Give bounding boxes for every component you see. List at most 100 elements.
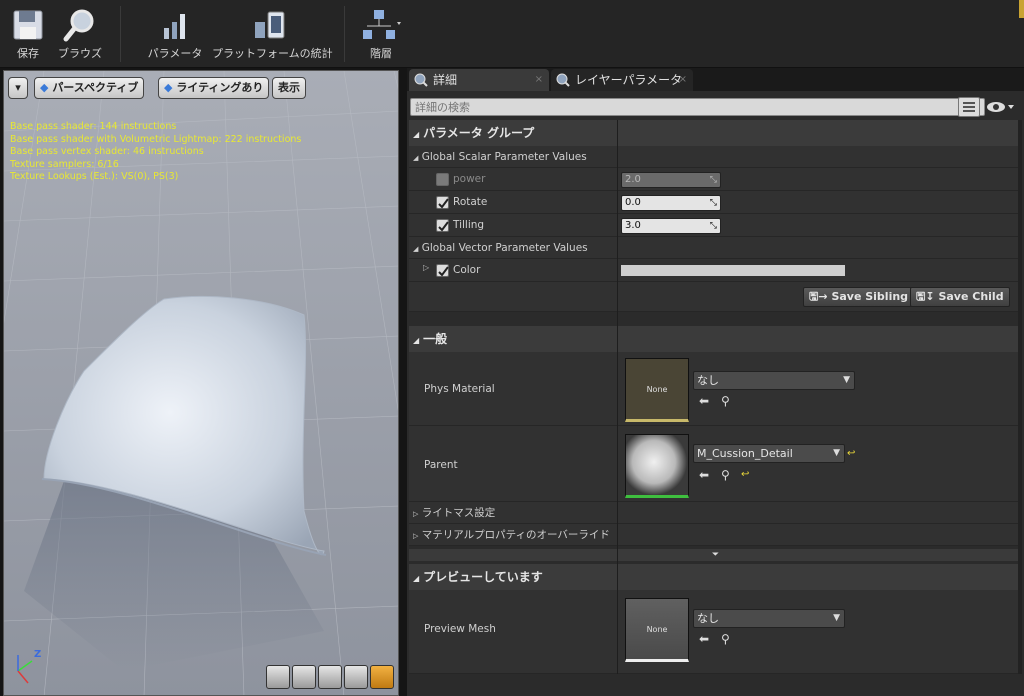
collapse-arrow-icon: ◢ xyxy=(413,336,420,345)
close-icon[interactable]: × xyxy=(679,69,687,91)
view-options-button[interactable] xyxy=(958,97,980,117)
expand-arrows-icon: ⤡ xyxy=(709,198,717,208)
use-selected-arrow-icon[interactable]: ⬅ xyxy=(699,632,709,646)
rotate-value-field[interactable]: 0.0 ⤡ xyxy=(621,195,721,211)
collapse-arrow-icon: ◢ xyxy=(413,154,419,162)
parent-material-thumbnail[interactable] xyxy=(625,434,689,498)
tab-details[interactable]: 詳細 × xyxy=(409,69,549,91)
rotate-checkbox[interactable] xyxy=(436,196,449,209)
param-row-rotate: Rotate 0.0 ⤡ xyxy=(409,191,1022,214)
save-child-icon: 🖫↧ xyxy=(916,290,935,303)
reset-to-default-icon[interactable]: ↩ xyxy=(741,469,749,480)
stat-line: Base pass shader: 144 instructions xyxy=(10,121,177,132)
power-checkbox[interactable] xyxy=(436,173,449,186)
toolbar: 保存 ブラウズ パラメータ プラットフォームの統計 階層 xyxy=(0,0,1024,68)
parent-material-combo[interactable]: M_Cussion_Detail ▼ xyxy=(693,444,845,463)
use-selected-arrow-icon[interactable]: ⬅ xyxy=(699,468,709,482)
expand-arrows-icon: ⤡ xyxy=(709,221,717,231)
checkmark-icon xyxy=(438,221,449,232)
checkmark-icon xyxy=(438,198,449,209)
advanced-expander[interactable]: ⏷ xyxy=(409,549,1022,561)
browse-button[interactable]: ブラウズ xyxy=(54,4,106,66)
stat-line: Texture Lookups (Est.): VS(0), PS(3) xyxy=(10,171,179,182)
category-general[interactable]: ◢ 一般 xyxy=(409,326,1022,352)
phys-material-row: Phys Material None なし ▼ ⬅ ⚲ xyxy=(409,352,1022,426)
param-row-power: power 2.0 ⤡ xyxy=(409,168,1022,191)
visibility-dropdown[interactable] xyxy=(986,98,1016,116)
close-icon[interactable]: × xyxy=(535,69,543,91)
details-panel: 詳細× レイヤーパラメータ× ◢パラメータ グループ ◢ Global Scal… xyxy=(407,68,1024,696)
material-preview-viewport[interactable]: ▾ ◆ パースペクティブ ◆ ライティングあり 表示 Base pass sha… xyxy=(3,70,399,696)
eye-icon xyxy=(987,102,1014,112)
hierarchy-button[interactable]: 階層 xyxy=(356,4,406,66)
magnifier-icon xyxy=(63,9,94,42)
plane-icon[interactable] xyxy=(318,665,342,689)
parameters-icon xyxy=(164,14,185,39)
window-corner-accent xyxy=(1019,0,1024,18)
teapot-icon[interactable] xyxy=(370,665,394,689)
chevron-down-icon: ▼ xyxy=(833,613,840,623)
phys-material-thumbnail[interactable]: None xyxy=(625,358,689,422)
cube-icon[interactable] xyxy=(344,665,368,689)
expand-arrow-icon: ▷ xyxy=(413,532,419,540)
platform-stats-button[interactable]: プラットフォームの統計 xyxy=(212,4,333,66)
material-property-override-row[interactable]: ▷ マテリアルプロパティのオーバーライド xyxy=(409,524,1022,546)
parent-row: Parent M_Cussion_Detail ▼ ↩ ⬅ ⚲ ↩ xyxy=(409,426,1022,502)
checkmark-icon xyxy=(438,266,449,277)
stat-line: Base pass vertex shader: 46 instructions xyxy=(10,146,204,157)
save-child-button[interactable]: 🖫↧ Save Child xyxy=(910,287,1010,307)
phys-material-combo[interactable]: なし ▼ xyxy=(693,371,855,390)
hierarchy-icon xyxy=(363,10,401,39)
cube-icon: ◆ xyxy=(40,81,49,94)
preview-mesh-combo[interactable]: なし ▼ xyxy=(693,609,845,628)
param-row-tilling: Tilling 3.0 ⤡ xyxy=(409,214,1022,237)
scrollbar[interactable] xyxy=(1018,120,1022,674)
search-box xyxy=(410,98,985,116)
details-icon xyxy=(556,73,570,87)
chevron-down-icon: ▼ xyxy=(833,448,840,458)
browse-search-icon[interactable]: ⚲ xyxy=(721,632,730,646)
chevron-down-icon: ▾ xyxy=(15,81,21,94)
save-sibling-button[interactable]: 🖫→ Save Sibling xyxy=(803,287,915,307)
show-button[interactable]: 表示 xyxy=(272,77,306,99)
save-button[interactable]: 保存 xyxy=(10,4,46,66)
search-input[interactable] xyxy=(411,99,931,115)
group-global-vector[interactable]: ◢ Global Vector Parameter Values xyxy=(409,237,1022,259)
preview-mesh-row: Preview Mesh None なし ▼ ⬅ ⚲ xyxy=(409,590,1022,674)
preview-shape-buttons xyxy=(264,665,394,691)
sphere-icon[interactable] xyxy=(292,665,316,689)
collapse-arrow-icon: ◢ xyxy=(413,130,420,139)
stat-line: Texture samplers: 6/16 xyxy=(10,158,119,170)
viewport-options-dropdown[interactable]: ▾ xyxy=(8,77,28,99)
double-chevron-down-icon: ⏷ xyxy=(711,550,720,560)
category-previewing[interactable]: ◢ プレビューしています xyxy=(409,564,1022,590)
sphere-icon: ◆ xyxy=(164,81,173,94)
cylinder-icon[interactable] xyxy=(266,665,290,689)
category-parameter-groups[interactable]: ◢ パラメータ グループ xyxy=(409,120,1022,146)
lightmass-settings-row[interactable]: ▷ ライトマス設定 xyxy=(409,502,1022,524)
power-value-field[interactable]: 2.0 ⤡ xyxy=(621,172,721,188)
details-icon xyxy=(414,73,428,87)
parameters-button[interactable]: パラメータ xyxy=(146,4,204,66)
lighting-mode-button[interactable]: ◆ ライティングあり xyxy=(158,77,270,99)
browse-search-icon[interactable]: ⚲ xyxy=(721,468,730,482)
color-checkbox[interactable] xyxy=(436,264,449,277)
column-divider[interactable] xyxy=(617,120,618,674)
color-swatch[interactable] xyxy=(621,265,845,276)
tab-bar: 詳細 × レイヤーパラメータ × xyxy=(407,68,1024,91)
chevron-down-icon: ▼ xyxy=(843,375,850,385)
expand-arrows-icon: ⤡ xyxy=(709,175,717,185)
expand-arrow-icon[interactable]: ▷ xyxy=(423,263,429,272)
preview-mesh-thumbnail[interactable]: None xyxy=(625,598,689,662)
use-selected-arrow-icon[interactable]: ⬅ xyxy=(699,394,709,408)
tab-layer-parameters[interactable]: レイヤーパラメータ × xyxy=(551,69,693,91)
tilling-checkbox[interactable] xyxy=(436,219,449,232)
shader-stats: Base pass shader: 144 instructions Base … xyxy=(10,121,301,184)
group-global-scalar[interactable]: ◢ Global Scalar Parameter Values xyxy=(409,146,1022,168)
perspective-button[interactable]: ◆ パースペクティブ xyxy=(34,77,145,99)
save-icon xyxy=(13,10,43,40)
reset-to-default-icon[interactable]: ↩ xyxy=(847,448,855,459)
tilling-value-field[interactable]: 3.0 ⤡ xyxy=(621,218,721,234)
browse-search-icon[interactable]: ⚲ xyxy=(721,394,730,408)
stat-line: Base pass shader with Volumetric Lightma… xyxy=(10,133,302,145)
